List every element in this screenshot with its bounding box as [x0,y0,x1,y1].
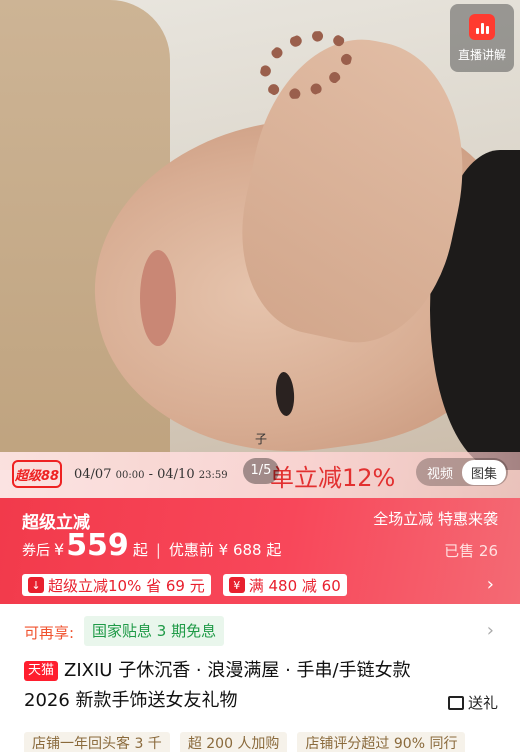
store-tags: 店铺一年回头客 3 千 超 200 人加购 店铺评分超过 90% 同行 [24,732,466,752]
coupon-label: 超级立减10% 省 69 元 [48,576,205,595]
original-price: 优惠前 ¥ 688 起 [168,541,282,559]
full-reduction-coupon[interactable]: ¥ 满 480 减 60 [222,574,347,596]
price-row: 券后 ¥ 559 起 | 优惠前 ¥ 688 起 [22,528,281,563]
subsidy-tag: 国家贴息 3 期免息 [84,616,225,646]
tmall-badge: 天猫 [24,661,59,681]
promo-date-range: 04/07 00:00 - 04/10 23:59 [74,467,228,482]
subsidy-row[interactable]: 可再享: 国家贴息 3 期免息 › [0,604,520,652]
image-page-indicator: 1/5 [243,458,279,484]
chevron-right-icon[interactable]: › [487,574,494,595]
gift-label: 送礼 [467,694,498,712]
image-watermark: 子 [255,432,268,446]
price-panel: 超级立减 全场立减 特惠来袭 券后 ¥ 559 起 | 优惠前 ¥ 688 起 … [0,498,520,604]
after-coupon-label: 券后 [22,543,50,559]
product-title-text: ZIXIU 子休沉香 · 浪漫满屋 · 手串/手链女款 2026 新款手饰送女友… [24,660,411,711]
store-tag: 店铺一年回头客 3 千 [24,732,170,752]
currency-symbol: ¥ [54,540,65,559]
tab-video[interactable]: 视频 [418,460,462,485]
final-price: 559 [66,528,129,563]
product-title: 天猫 ZIXIU 子休沉香 · 浪漫满屋 · 手串/手链女款 2026 新款手饰送… [24,656,444,716]
media-tabs: 视频 图集 [416,458,509,486]
tab-gallery[interactable]: 图集 [462,459,507,485]
store-tag: 店铺评分超过 90% 同行 [297,732,466,752]
super-discount-coupon[interactable]: ↓ 超级立减10% 省 69 元 [22,574,211,596]
super88-logo: 超级88 [12,460,62,488]
promo-subtitle: 全场立减 特惠来袭 [373,510,498,528]
yen-icon: ¥ [228,577,245,593]
product-image[interactable]: 子 [0,0,520,500]
sold-count: 已售 26 [444,542,498,560]
price-separator: | [155,541,161,559]
gift-icon [447,695,464,710]
subsidy-label: 可再享: [24,624,75,642]
coupon-list: ↓ 超级立减10% 省 69 元 ¥ 满 480 减 60 [22,574,347,596]
live-explain-label: 直播讲解 [457,47,506,62]
down-arrow-icon: ↓ [28,577,44,593]
gift-button[interactable]: 送礼 [447,692,498,713]
lips-shape [140,250,176,346]
live-explain-button[interactable]: 直播讲解 [450,4,514,72]
price-suffix: 起 [132,541,148,559]
store-tag: 超 200 人加购 [179,732,288,752]
promo-slogan: 单立减12% [270,464,396,492]
chevron-right-icon: › [486,620,494,641]
coupon-label: 满 480 减 60 [248,576,341,595]
live-chart-icon [469,13,495,40]
